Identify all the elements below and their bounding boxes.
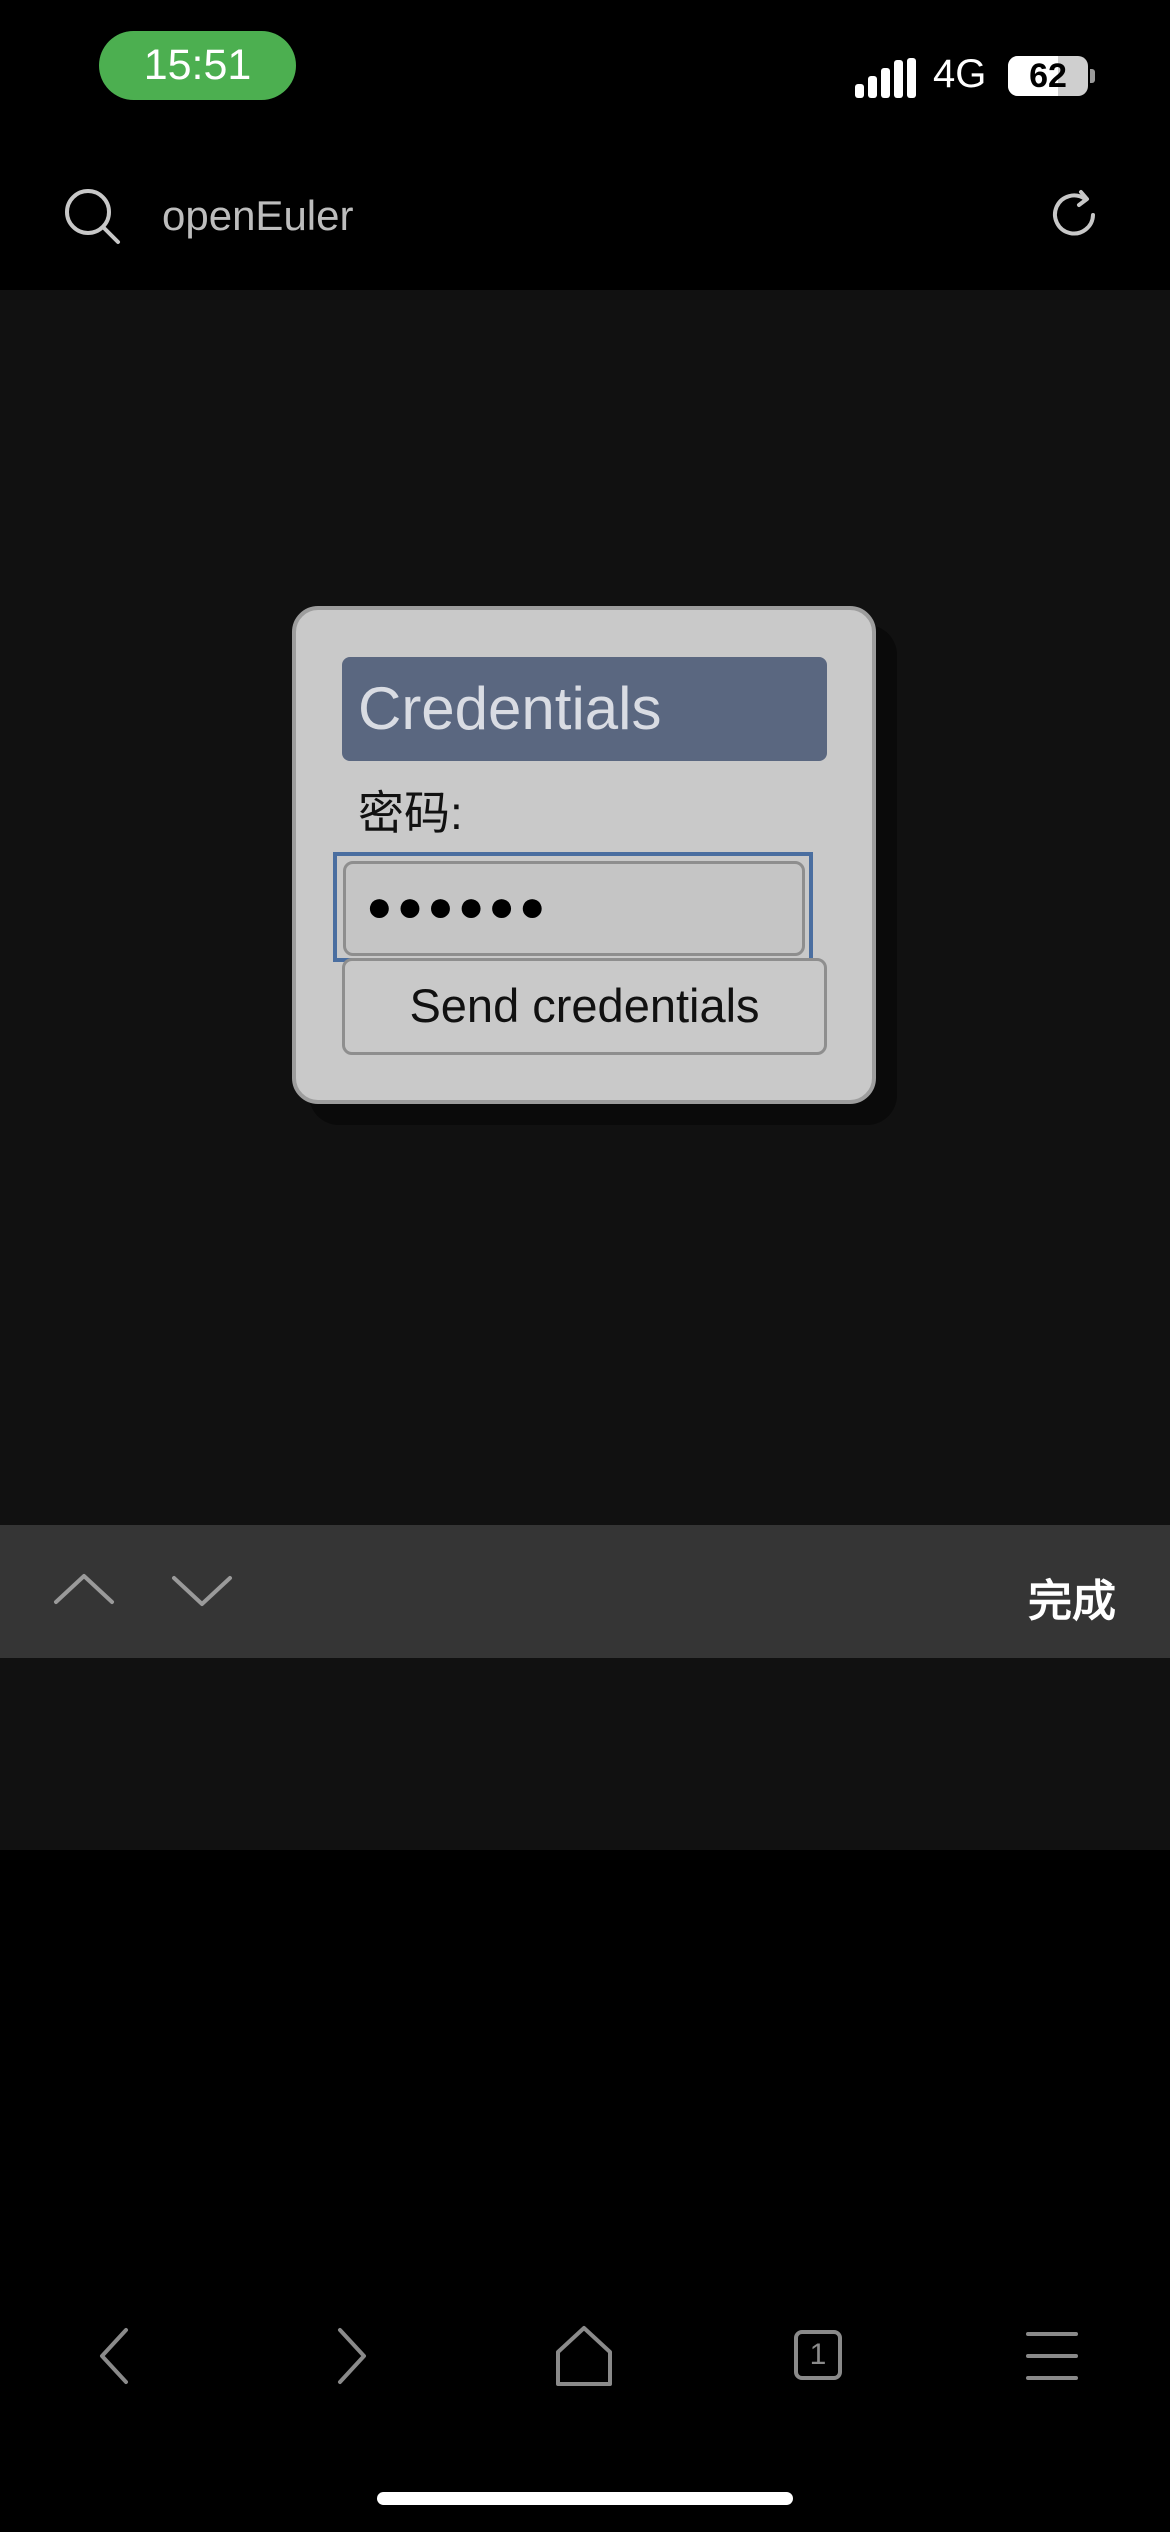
cellular-signal-icon — [855, 58, 916, 98]
battery-icon: 62 — [1008, 56, 1088, 96]
battery-level: 62 — [1029, 57, 1067, 95]
menu-icon[interactable] — [1014, 2318, 1090, 2394]
battery-tip — [1090, 69, 1095, 83]
dialog-title: Credentials — [342, 657, 827, 761]
network-type: 4G — [933, 52, 987, 96]
tab-count: 1 — [809, 2338, 827, 2371]
send-credentials-button[interactable]: Send credentials — [342, 958, 827, 1055]
done-button[interactable]: 完成 — [1028, 1565, 1116, 1629]
forward-icon[interactable] — [312, 2318, 388, 2394]
search-icon[interactable] — [62, 186, 122, 246]
address-bar-text[interactable]: openEuler — [162, 192, 353, 240]
back-icon[interactable] — [78, 2318, 154, 2394]
password-label: 密码: — [358, 787, 463, 839]
home-icon[interactable] — [546, 2318, 622, 2394]
tabs-icon[interactable]: 1 — [780, 2318, 856, 2394]
chevron-down-icon[interactable] — [168, 1572, 236, 1612]
refresh-icon[interactable] — [1045, 186, 1103, 244]
password-field[interactable]: ●●●●●● — [343, 861, 805, 956]
home-indicator[interactable] — [377, 2492, 793, 2505]
chevron-up-icon[interactable] — [50, 1568, 118, 1608]
status-time: 15:51 — [99, 31, 296, 100]
